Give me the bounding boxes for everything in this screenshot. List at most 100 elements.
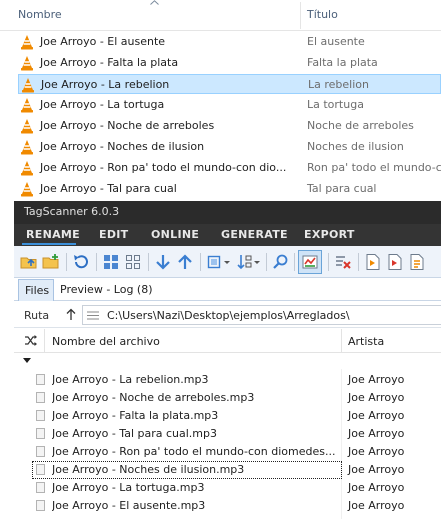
file-row[interactable]: Joe Arroyo - La tortuga.mp3 Joe Arroyo (14, 479, 441, 497)
menu-rename[interactable]: RENAME (26, 228, 80, 241)
vlc-cone-icon (21, 77, 35, 93)
export-alt-icon[interactable] (386, 253, 404, 271)
explorer-row-name: Joe Arroyo - La rebelion (41, 78, 170, 91)
collapse-triangle-icon[interactable] (23, 358, 31, 363)
toolbar-separator (328, 253, 329, 271)
file-name-cell[interactable]: Joe Arroyo - La tortuga.mp3 (32, 479, 342, 497)
file-artist[interactable]: Joe Arroyo (348, 427, 404, 440)
explorer-row-title: Tal para cual (307, 182, 377, 195)
group-row[interactable] (14, 353, 441, 369)
explorer-row-name: Joe Arroyo - Tal para cual (40, 182, 177, 195)
shuffle-icon[interactable] (24, 334, 38, 347)
file-artist[interactable]: Joe Arroyo (348, 499, 404, 512)
toolbar (14, 246, 441, 278)
audio-file-icon (36, 428, 45, 439)
select-dropdown-icon[interactable] (206, 253, 232, 271)
path-history-icon[interactable] (87, 311, 99, 320)
clear-list-icon[interactable] (334, 253, 352, 271)
open-folder-icon[interactable] (20, 253, 38, 271)
explorer-row[interactable]: Joe Arroyo - Ron pa' todo el mundo-con d… (18, 158, 441, 178)
file-name-cell[interactable]: Joe Arroyo - Ron pa' todo el mundo-con d… (32, 443, 342, 461)
refresh-icon[interactable] (72, 253, 90, 271)
explorer-column-header: Nombre Título (0, 0, 441, 31)
sort-dropdown-icon[interactable] (236, 253, 262, 271)
file-row[interactable]: Joe Arroyo - Noche de arreboles.mp3 Joe A… (14, 389, 441, 407)
explorer-row-name: Joe Arroyo - El ausente (40, 35, 166, 48)
file-artist[interactable]: Joe Arroyo (348, 409, 404, 422)
tab-files-label: Files (25, 284, 50, 297)
search-icon[interactable] (272, 253, 290, 271)
column-header-filename[interactable]: Nombre del archivo (52, 335, 160, 348)
file-artist[interactable]: Joe Arroyo (348, 481, 404, 494)
file-row[interactable]: Joe Arroyo - Falta la plata.mp3 Joe Arroy… (14, 407, 441, 425)
vlc-cone-icon (20, 118, 34, 134)
audio-file-icon (36, 464, 45, 475)
file-row[interactable]: Joe Arroyo - Tal para cual.mp3 Joe Arroyo (14, 425, 441, 443)
explorer-row[interactable]: Joe Arroyo - La rebelion La rebelion (18, 74, 441, 94)
file-name: Joe Arroyo - Falta la plata.mp3 (52, 409, 219, 422)
file-name-cell[interactable]: Joe Arroyo - Noches de ilusion.mp3 (32, 461, 342, 479)
column-header-title[interactable]: Título (307, 8, 338, 21)
audio-file-icon (36, 392, 45, 403)
column-header-artist[interactable]: Artista (348, 335, 384, 348)
vlc-cone-icon (20, 55, 34, 71)
compare-icon[interactable] (301, 253, 319, 271)
file-name: Joe Arroyo - La rebelion.mp3 (52, 373, 209, 386)
explorer-row[interactable]: Joe Arroyo - Falta la plata Falta la plat… (18, 53, 441, 73)
file-artist[interactable]: Joe Arroyo (348, 463, 404, 476)
file-artist[interactable]: Joe Arroyo (348, 373, 404, 386)
add-folder-icon[interactable] (42, 253, 60, 271)
file-row[interactable]: Joe Arroyo - El ausente.mp3 Joe Arroyo (14, 497, 441, 515)
toolbar-separator (294, 253, 295, 271)
menu-edit[interactable]: EDIT (99, 228, 128, 241)
file-row[interactable]: Joe Arroyo - Ron pa' todo el mundo-con d… (14, 443, 441, 461)
explorer-row[interactable]: Joe Arroyo - Noche de arreboles Noche de … (18, 116, 441, 136)
file-name-cell[interactable]: Joe Arroyo - Falta la plata.mp3 (32, 407, 342, 425)
audio-file-icon (36, 482, 45, 493)
file-name: Joe Arroyo - La tortuga.mp3 (52, 481, 205, 494)
move-up-icon[interactable] (176, 253, 194, 271)
path-bar: Ruta C:\Users\Nazi\Desktop\ejemplos\Arre… (14, 302, 441, 328)
vlc-cone-icon (20, 34, 34, 50)
window-titlebar[interactable]: TagScanner 6.0.3 (14, 201, 441, 224)
explorer-row-name: Joe Arroyo - Falta la plata (40, 56, 179, 69)
column-divider[interactable] (300, 2, 301, 29)
move-down-icon[interactable] (154, 253, 172, 271)
file-name-cell[interactable]: Joe Arroyo - Noche de arreboles.mp3 (32, 389, 342, 407)
explorer-row-name: Joe Arroyo - La tortuga (40, 98, 165, 111)
file-name-cell[interactable]: Joe Arroyo - Tal para cual.mp3 (32, 425, 342, 443)
column-header-name[interactable]: Nombre (18, 8, 62, 21)
file-row[interactable]: Joe Arroyo - Noches de ilusion.mp3 Joe Ar… (14, 461, 441, 479)
path-input[interactable]: C:\Users\Nazi\Desktop\ejemplos\Arreglado… (82, 305, 441, 325)
tab-files[interactable]: Files (18, 279, 54, 301)
vlc-cone-icon (20, 97, 34, 113)
file-artist[interactable]: Joe Arroyo (348, 391, 404, 404)
vlc-cone-icon (20, 181, 34, 197)
panel-tabs: Files Preview - Log (8) (14, 279, 441, 301)
tab-preview-log[interactable]: Preview - Log (8) (60, 283, 153, 296)
explorer-row[interactable]: Joe Arroyo - Tal para cual Tal para cual (18, 179, 441, 199)
grid-view-icon[interactable] (102, 253, 120, 271)
export-icon[interactable] (364, 253, 382, 271)
column-divider[interactable] (341, 329, 342, 353)
thumbnail-view-icon[interactable] (124, 253, 142, 271)
up-folder-icon[interactable] (66, 308, 76, 321)
explorer-file-list: Nombre Título Joe Arroyo - El ausente El … (0, 0, 441, 201)
file-name-cell[interactable]: Joe Arroyo - El ausente.mp3 (32, 497, 342, 515)
audio-file-icon (36, 374, 45, 385)
window-title: TagScanner 6.0.3 (24, 205, 120, 218)
menu-export[interactable]: EXPORT (304, 228, 355, 241)
file-artist[interactable]: Joe Arroyo (348, 445, 404, 458)
explorer-row-name: Joe Arroyo - Ron pa' todo el mundo-con d… (40, 161, 287, 174)
file-row[interactable]: Joe Arroyo - La rebelion.mp3 Joe Arroyo (14, 371, 441, 389)
column-divider[interactable] (44, 329, 45, 353)
file-name: Joe Arroyo - El ausente.mp3 (52, 499, 206, 512)
export-html-icon[interactable] (408, 253, 426, 271)
explorer-row[interactable]: Joe Arroyo - La tortuga La tortuga (18, 95, 441, 115)
file-name: Joe Arroyo - Noche de arreboles.mp3 (52, 391, 255, 404)
menu-generate[interactable]: GENERATE (221, 228, 288, 241)
explorer-row[interactable]: Joe Arroyo - Noches de ilusion Noches de … (18, 137, 441, 157)
file-name-cell[interactable]: Joe Arroyo - La rebelion.mp3 (32, 371, 342, 389)
menu-online[interactable]: ONLINE (151, 228, 199, 241)
explorer-row[interactable]: Joe Arroyo - El ausente El ausente (18, 32, 441, 52)
